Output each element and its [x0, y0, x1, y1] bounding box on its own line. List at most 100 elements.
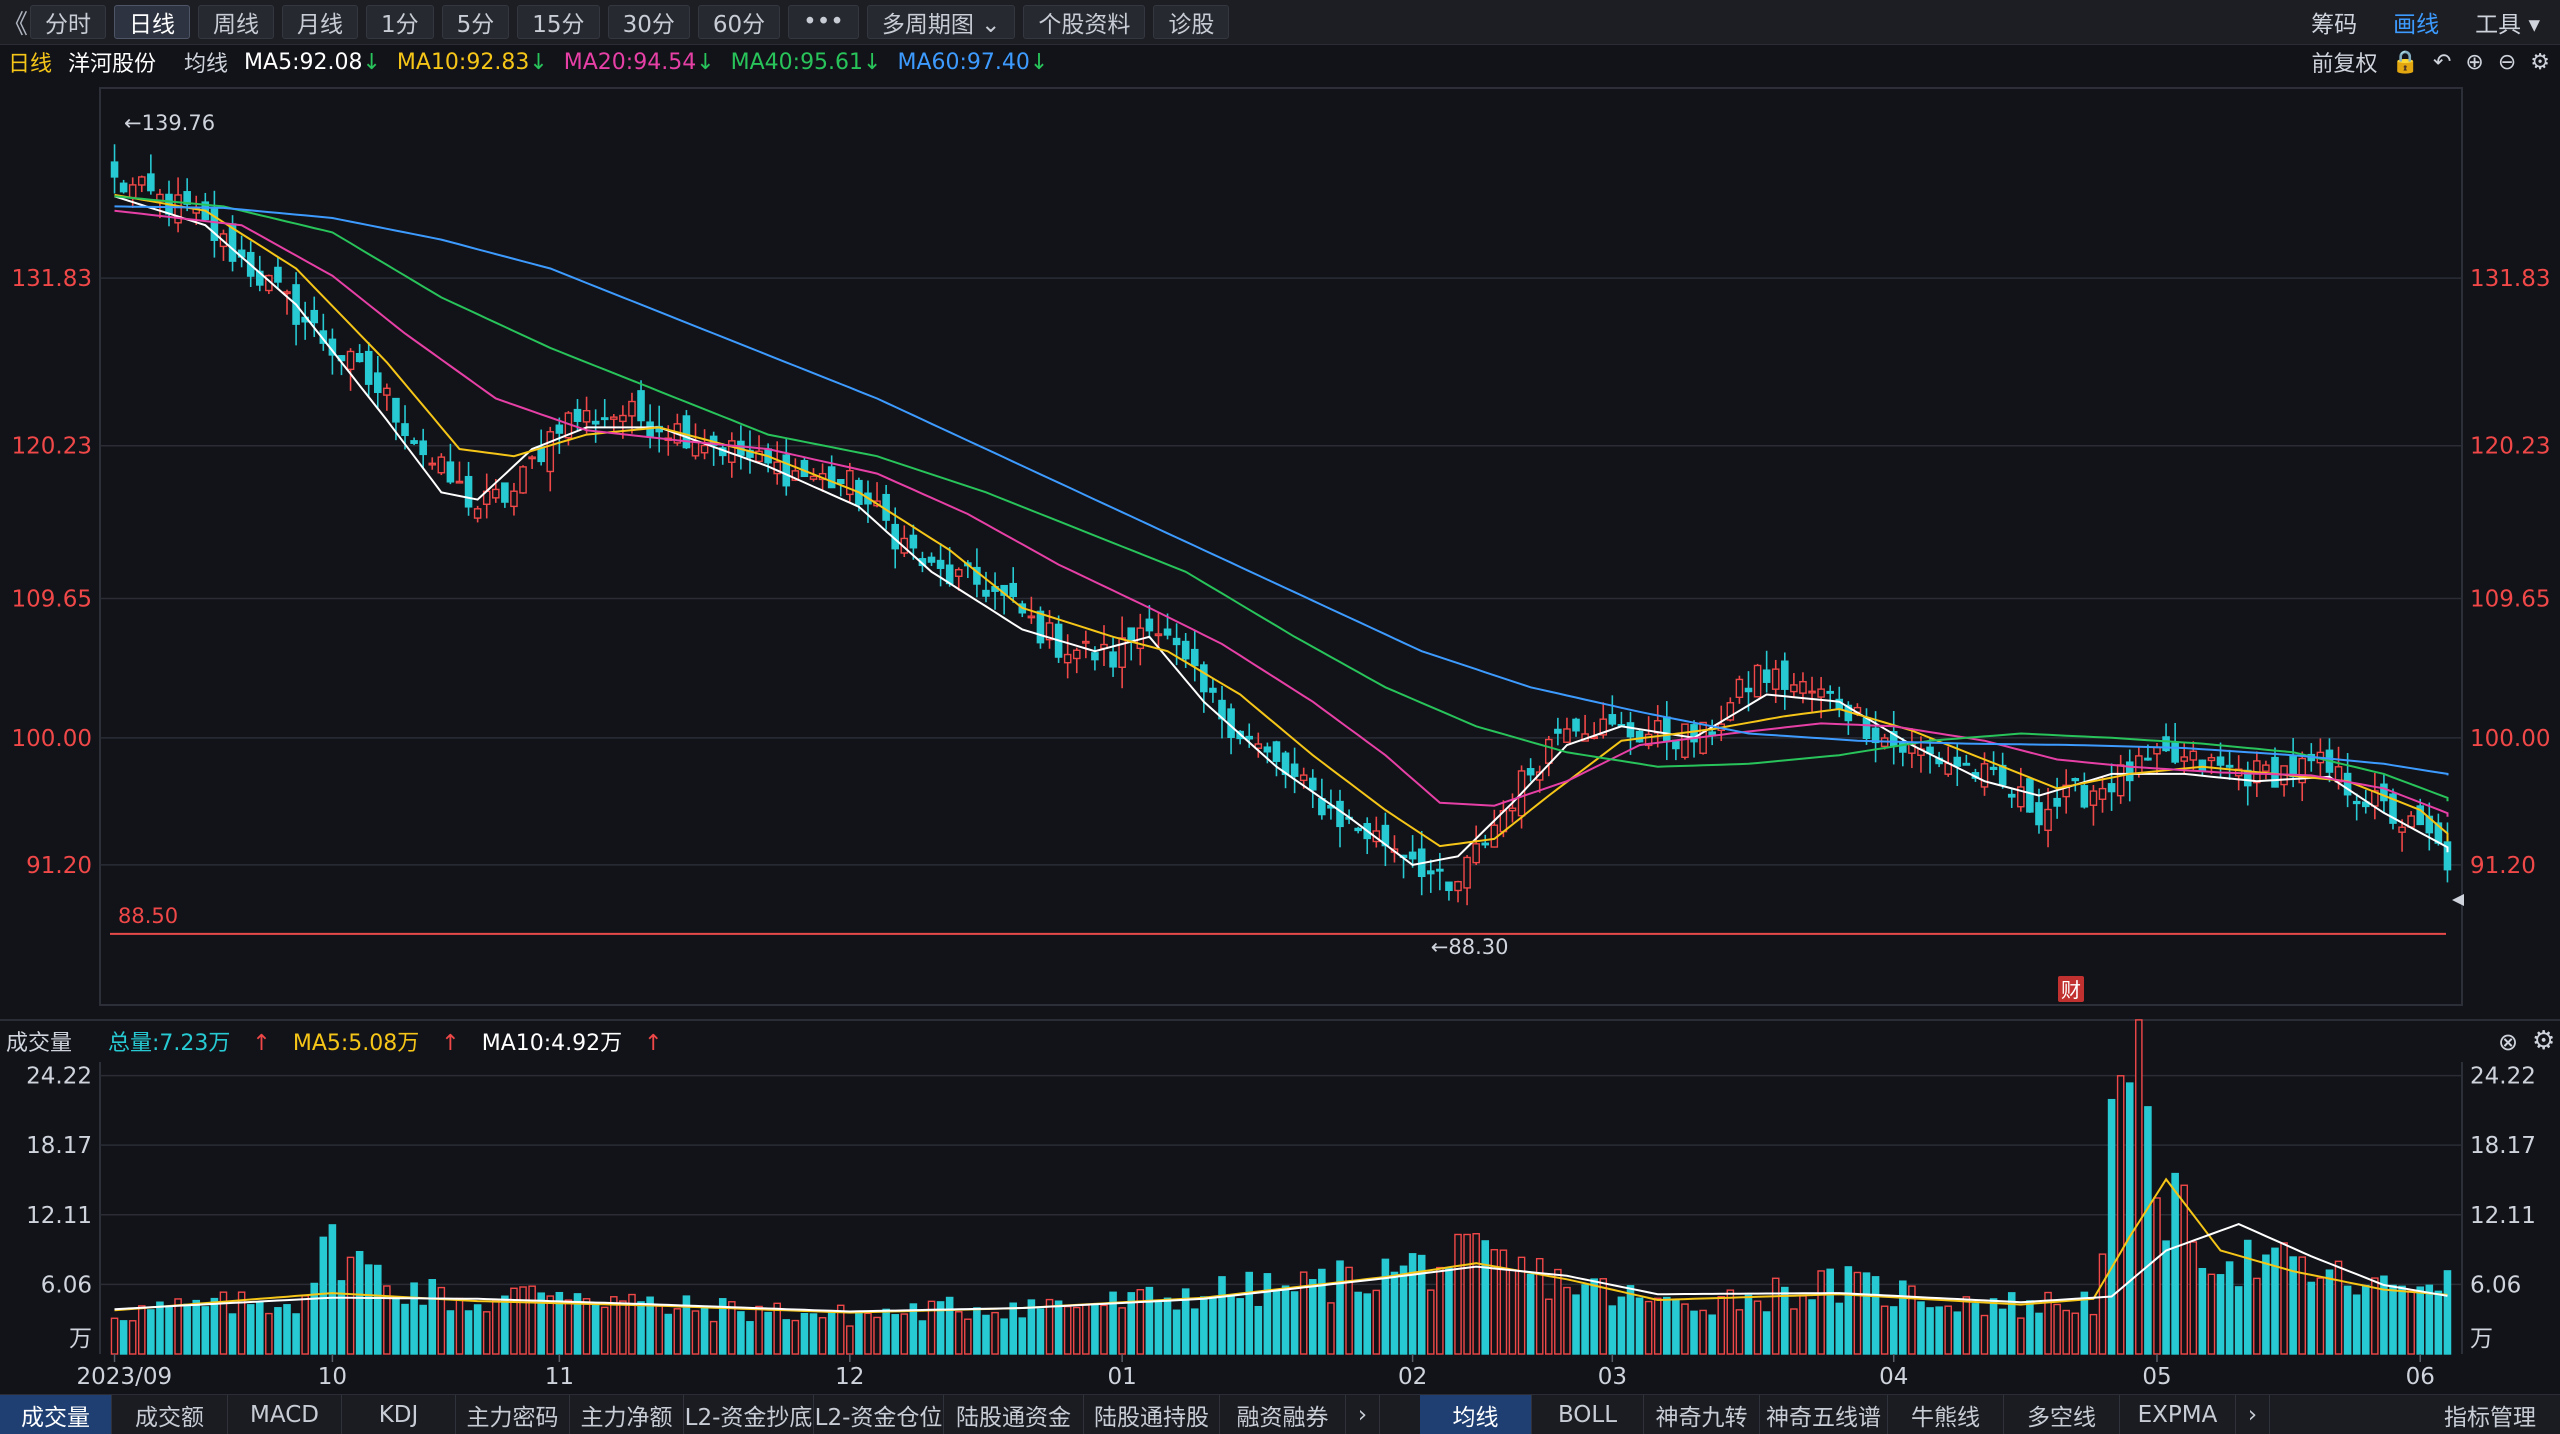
- volume-bar[interactable]: [2416, 1286, 2425, 1355]
- volume-bar[interactable]: [1554, 1268, 1562, 1355]
- candle[interactable]: [1200, 661, 1208, 713]
- volume-bar[interactable]: [2234, 1286, 2243, 1355]
- volume-bar[interactable]: [2062, 1309, 2070, 1355]
- volume-bar[interactable]: [473, 1304, 482, 1355]
- candle[interactable]: [374, 356, 382, 410]
- candle[interactable]: [1781, 652, 1789, 710]
- volume-bar[interactable]: [2225, 1261, 2234, 1355]
- volume-bar[interactable]: [510, 1287, 518, 1355]
- volume-bar[interactable]: [501, 1295, 509, 1355]
- volume-bar[interactable]: [428, 1279, 437, 1355]
- volume-bar[interactable]: [827, 1310, 836, 1355]
- volume-bar[interactable]: [546, 1295, 555, 1355]
- volume-bar[interactable]: [891, 1314, 899, 1355]
- volume-bar[interactable]: [1880, 1305, 1889, 1355]
- volume-bar[interactable]: [2380, 1275, 2388, 1355]
- volume-bar[interactable]: [410, 1282, 418, 1355]
- candle[interactable]: [301, 301, 309, 340]
- candle[interactable]: [1826, 685, 1834, 709]
- volume-bar[interactable]: [1626, 1285, 1635, 1355]
- candle[interactable]: [428, 457, 437, 470]
- overlay-tab-6[interactable]: EXPMA: [2120, 1395, 2236, 1434]
- volume-bar[interactable]: [1844, 1266, 1853, 1355]
- candle[interactable]: [1254, 732, 1263, 758]
- volume-title[interactable]: 成交量: [6, 1025, 72, 1057]
- candle[interactable]: [2352, 793, 2361, 821]
- volume-bar[interactable]: [128, 1320, 137, 1355]
- volume-bar[interactable]: [1172, 1309, 1181, 1355]
- volume-bar[interactable]: [2361, 1284, 2370, 1355]
- candle[interactable]: [1118, 616, 1126, 689]
- volume-bar[interactable]: [782, 1319, 791, 1355]
- volume-bar[interactable]: [1672, 1299, 1680, 1355]
- volume-bar[interactable]: [855, 1313, 863, 1355]
- candle[interactable]: [519, 465, 527, 494]
- volume-bar[interactable]: [1018, 1317, 1027, 1355]
- volume-bar[interactable]: [1109, 1291, 1117, 1355]
- indicator-tab-1[interactable]: 成交额: [112, 1395, 228, 1434]
- candle[interactable]: [773, 441, 781, 485]
- volume-bar[interactable]: [2098, 1253, 2107, 1355]
- volume-bar[interactable]: [1681, 1303, 1689, 1355]
- volume-bar[interactable]: [1708, 1314, 1716, 1355]
- volume-bar[interactable]: [1245, 1271, 1254, 1355]
- volume-bar[interactable]: [1808, 1299, 1816, 1355]
- indicator-tab-2[interactable]: MACD: [228, 1395, 342, 1434]
- volume-bar[interactable]: [1372, 1289, 1381, 1355]
- volume-bar[interactable]: [1091, 1304, 1099, 1355]
- candle[interactable]: [2243, 761, 2252, 806]
- overlay-tab-0[interactable]: 均线: [1420, 1395, 1532, 1434]
- volume-bar[interactable]: [1980, 1314, 1989, 1355]
- volume-bar[interactable]: [1399, 1265, 1408, 1355]
- volume-bar[interactable]: [2253, 1277, 2261, 1355]
- volume-bar[interactable]: [2407, 1290, 2415, 1355]
- volume-bar[interactable]: [1762, 1311, 1771, 1355]
- candle[interactable]: [1708, 719, 1716, 746]
- candle[interactable]: [2044, 787, 2052, 848]
- candle[interactable]: [1127, 627, 1136, 661]
- volume-bar[interactable]: [374, 1264, 382, 1355]
- volume-bar[interactable]: [1072, 1306, 1081, 1355]
- volume-bar[interactable]: [2089, 1313, 2098, 1355]
- candle[interactable]: [591, 409, 600, 443]
- volume-bar[interactable]: [2144, 1106, 2152, 1355]
- volume-bar[interactable]: [1190, 1308, 1199, 1355]
- candle[interactable]: [2262, 760, 2270, 780]
- volume-bar[interactable]: [1917, 1301, 1925, 1355]
- volume-bar[interactable]: [2425, 1284, 2434, 1355]
- candle[interactable]: [110, 144, 119, 194]
- candle[interactable]: [1608, 695, 1617, 727]
- volume-bar[interactable]: [2198, 1267, 2207, 1355]
- volume-bar[interactable]: [2017, 1317, 2025, 1355]
- volume-bar[interactable]: [1200, 1296, 1208, 1355]
- candle[interactable]: [265, 274, 273, 294]
- volume-bar[interactable]: [301, 1295, 309, 1355]
- volume-bar[interactable]: [2180, 1184, 2188, 1355]
- volume-bar[interactable]: [1082, 1304, 1090, 1355]
- volume-bar[interactable]: [1499, 1249, 1508, 1355]
- volume-bar[interactable]: [2325, 1269, 2334, 1355]
- volume-bar[interactable]: [1635, 1297, 1644, 1355]
- volume-bar[interactable]: [1817, 1270, 1825, 1355]
- volume-bar[interactable]: [337, 1280, 346, 1355]
- volume-bar[interactable]: [1390, 1271, 1399, 1355]
- volume-bar[interactable]: [1318, 1268, 1326, 1355]
- volume-bar[interactable]: [1944, 1305, 1952, 1355]
- volume-bar[interactable]: [1163, 1297, 1172, 1355]
- candle[interactable]: [1463, 855, 1471, 906]
- candle[interactable]: [274, 256, 282, 290]
- gear-icon[interactable]: ⚙: [2532, 1026, 2555, 1056]
- volume-bar[interactable]: [1481, 1240, 1490, 1355]
- candle[interactable]: [709, 431, 718, 466]
- volume-bar[interactable]: [2398, 1285, 2406, 1355]
- volume-bar[interactable]: [1599, 1278, 1608, 1355]
- candle[interactable]: [1372, 816, 1381, 848]
- volume-bar[interactable]: [1744, 1294, 1753, 1355]
- candle[interactable]: [183, 178, 191, 212]
- volume-bar[interactable]: [392, 1297, 400, 1355]
- volume-bar[interactable]: [1463, 1233, 1471, 1355]
- volume-bar[interactable]: [1508, 1269, 1517, 1355]
- volume-bar[interactable]: [1363, 1293, 1372, 1355]
- volume-bar[interactable]: [1717, 1296, 1726, 1355]
- volume-bar[interactable]: [2026, 1300, 2034, 1355]
